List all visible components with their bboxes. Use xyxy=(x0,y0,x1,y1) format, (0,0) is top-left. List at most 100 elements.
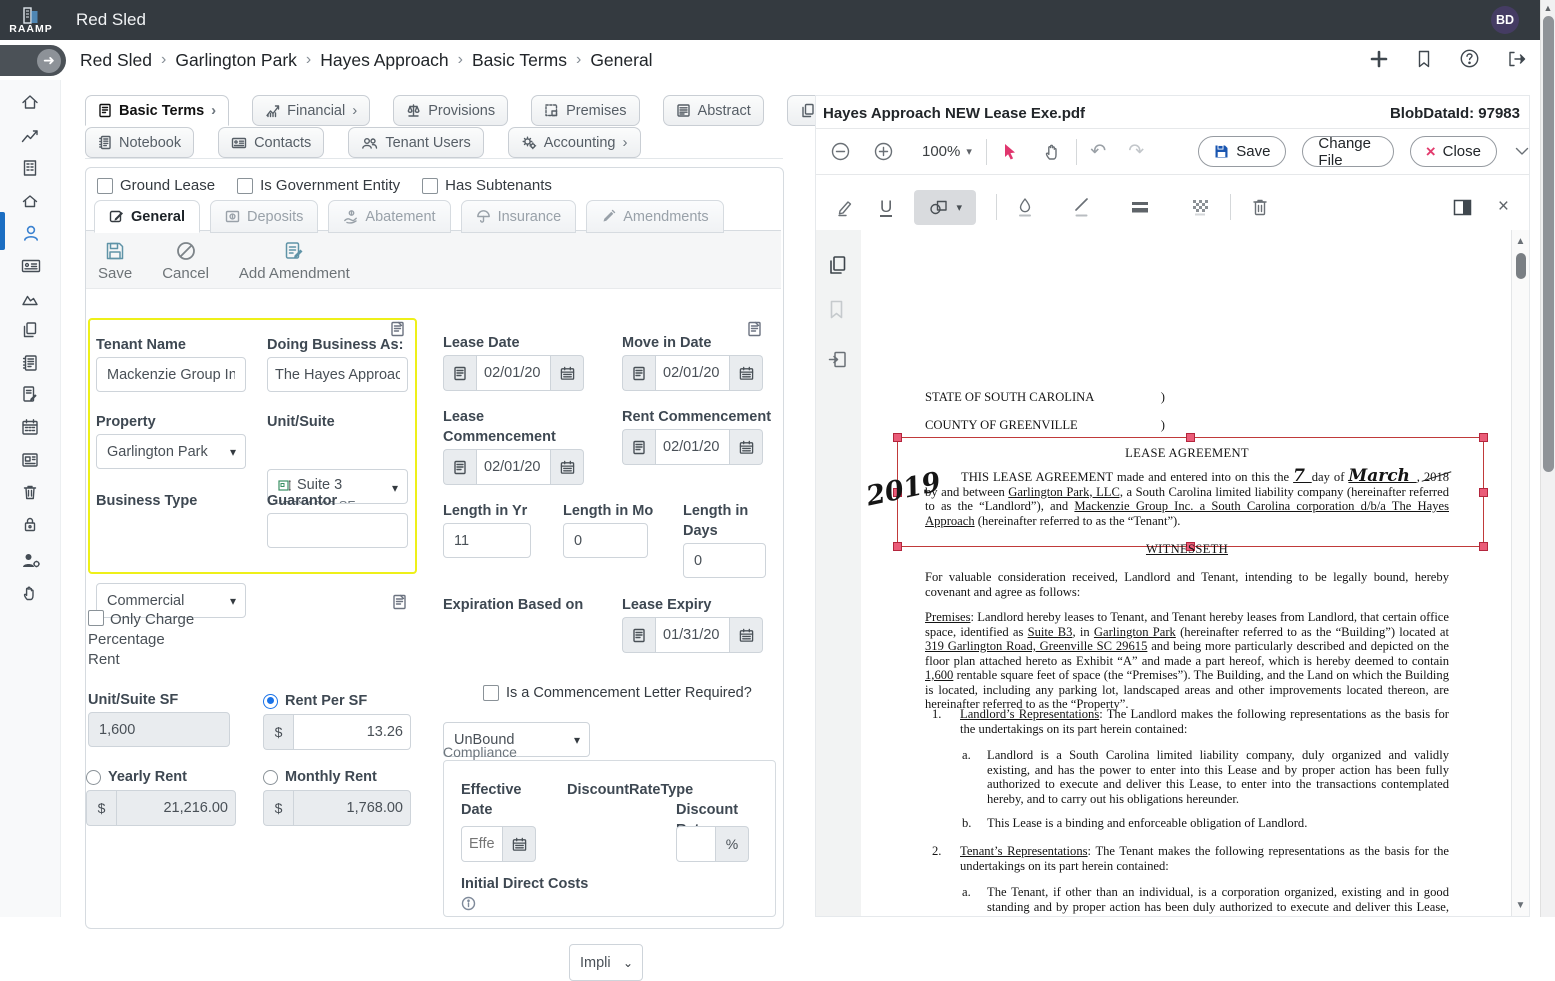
trash-icon[interactable] xyxy=(20,482,40,502)
commencement-letter-checkbox[interactable]: Is a Commencement Letter Required? xyxy=(483,685,752,701)
line-color-icon[interactable] xyxy=(1073,197,1090,217)
tab-basic-terms[interactable]: Basic Terms › xyxy=(85,95,229,126)
lease-expiry-input[interactable] xyxy=(655,617,730,653)
help-icon[interactable] xyxy=(1459,48,1480,69)
monthly-rent-radio[interactable]: Monthly Rent xyxy=(263,767,377,787)
security-icon[interactable] xyxy=(20,514,40,534)
add-icon[interactable] xyxy=(1369,49,1389,69)
collapse-sidebar-button[interactable]: ➜ xyxy=(0,45,66,76)
info-icon[interactable] xyxy=(461,896,476,911)
fill-color-icon[interactable] xyxy=(1017,197,1033,217)
pdf-scrollbar[interactable]: ▲ ▼ xyxy=(1511,230,1529,916)
analytics-icon[interactable] xyxy=(20,125,40,145)
building-icon[interactable] xyxy=(20,158,40,178)
rent-per-sf-group[interactable]: $ xyxy=(263,714,411,750)
zoom-in-icon[interactable] xyxy=(873,141,894,162)
sign-out-icon[interactable] xyxy=(1506,49,1527,69)
radio-selected[interactable] xyxy=(263,694,278,709)
tab-premises[interactable]: Premises xyxy=(531,95,639,126)
lease-date-group[interactable] xyxy=(443,355,584,391)
calendar-addon-icon[interactable] xyxy=(551,355,584,391)
discount-rate-input[interactable] xyxy=(676,826,716,862)
annotation-close-icon[interactable]: × xyxy=(1498,196,1509,218)
rent-per-sf-radio[interactable]: Rent Per SF xyxy=(263,691,367,711)
length-yr-input[interactable] xyxy=(443,523,531,558)
tab-financial[interactable]: Financial › xyxy=(252,95,370,126)
select-tool-icon[interactable] xyxy=(1001,142,1019,162)
length-mo-input[interactable] xyxy=(563,523,648,558)
move-in-date-input[interactable] xyxy=(655,355,730,391)
user-admin-icon[interactable] xyxy=(20,550,42,570)
tab-provisions[interactable]: Provisions xyxy=(393,95,508,126)
side-panel-toggle-icon[interactable] xyxy=(1453,199,1472,216)
checkbox[interactable] xyxy=(88,610,104,626)
documents-icon[interactable] xyxy=(20,320,40,340)
breadcrumb-item[interactable]: General xyxy=(590,50,652,71)
scroll-thumb[interactable] xyxy=(1543,16,1554,472)
bookmark-icon[interactable] xyxy=(1415,49,1433,69)
rent-per-sf-input[interactable] xyxy=(293,714,411,750)
tenants-icon[interactable] xyxy=(20,222,42,244)
note-addon-icon[interactable] xyxy=(622,617,655,653)
tab-abstract[interactable]: Abstract xyxy=(663,95,764,126)
note-icon[interactable] xyxy=(392,594,407,610)
property-select[interactable]: Garlington Park ▾ xyxy=(96,434,246,469)
thumbnails-panel-icon[interactable] xyxy=(827,350,848,369)
radio[interactable] xyxy=(263,770,278,785)
radio[interactable] xyxy=(86,770,101,785)
breadcrumb-item[interactable]: Basic Terms xyxy=(472,50,567,71)
selection-handle[interactable] xyxy=(1479,542,1488,551)
breadcrumb-item[interactable]: Hayes Approach xyxy=(320,50,448,71)
zoom-level-select[interactable]: 100% ▾ xyxy=(922,143,972,160)
redo-icon[interactable]: ↷ xyxy=(1128,140,1144,163)
undo-icon[interactable]: ↶ xyxy=(1090,140,1106,163)
discount-rate-type-select[interactable]: Impli ⌄ xyxy=(569,944,643,981)
subtab-abatement[interactable]: Abatement xyxy=(328,200,450,233)
tenant-name-input[interactable] xyxy=(96,357,246,392)
tab-contacts[interactable]: Contacts xyxy=(218,127,324,158)
tab-tenant-users[interactable]: Tenant Users xyxy=(348,127,483,158)
pdf-close-button[interactable]: × Close xyxy=(1410,136,1497,167)
lease-commencement-input[interactable] xyxy=(476,449,551,485)
note-addon-icon[interactable] xyxy=(443,449,476,485)
checkbox-is-government-entity[interactable]: Is Government Entity xyxy=(237,177,400,194)
selection-handle[interactable] xyxy=(893,433,902,442)
note-addon-icon[interactable] xyxy=(622,429,655,465)
subtab-amendments[interactable]: Amendments xyxy=(586,200,723,233)
save-button[interactable]: Save xyxy=(98,240,132,282)
toolbar-collapse-chevron-icon[interactable] xyxy=(1515,147,1529,156)
lease-date-input[interactable] xyxy=(476,355,551,391)
subtab-insurance[interactable]: Insurance xyxy=(461,200,577,233)
note-addon-icon[interactable] xyxy=(443,355,476,391)
window-scrollbar[interactable]: ▲ xyxy=(1540,0,1555,917)
tab-accounting[interactable]: Accounting › xyxy=(508,127,641,158)
note-icon[interactable] xyxy=(747,321,762,337)
pan-hand-icon[interactable] xyxy=(1043,142,1062,162)
dba-input[interactable] xyxy=(267,357,408,392)
calendar-icon[interactable] xyxy=(20,417,40,437)
land-icon[interactable] xyxy=(20,289,40,309)
news-icon[interactable] xyxy=(20,450,40,470)
calendar-addon-icon[interactable] xyxy=(730,617,763,653)
tab-notebook[interactable]: Notebook xyxy=(85,127,194,158)
calendar-addon-icon[interactable] xyxy=(503,826,536,862)
contact-card-icon[interactable] xyxy=(20,256,42,276)
scroll-up-icon[interactable]: ▲ xyxy=(1512,236,1529,247)
underline-tool-icon[interactable]: U xyxy=(880,198,892,217)
only-charge-percentage-rent-checkbox[interactable]: Only Charge Percentage Rent xyxy=(88,610,196,670)
hand-icon[interactable] xyxy=(20,583,40,603)
shape-tool-button[interactable]: ▾ xyxy=(914,190,976,225)
checkbox-has-subtenants[interactable]: Has Subtenants xyxy=(422,177,552,194)
selection-handle[interactable] xyxy=(893,542,902,551)
delete-annotation-icon[interactable] xyxy=(1251,197,1269,217)
discount-rate-group[interactable]: % xyxy=(676,826,749,862)
subtab-deposits[interactable]: Deposits xyxy=(210,200,318,233)
rent-commencement-group[interactable] xyxy=(622,429,763,465)
selection-handle[interactable] xyxy=(1186,433,1195,442)
move-in-date-group[interactable] xyxy=(622,355,763,391)
checkbox-ground-lease[interactable]: Ground Lease xyxy=(97,177,215,194)
pdf-save-button[interactable]: Save xyxy=(1198,136,1286,167)
effective-date-input[interactable] xyxy=(461,826,503,862)
opacity-icon[interactable] xyxy=(1190,197,1210,217)
subtab-general[interactable]: General xyxy=(94,200,200,233)
